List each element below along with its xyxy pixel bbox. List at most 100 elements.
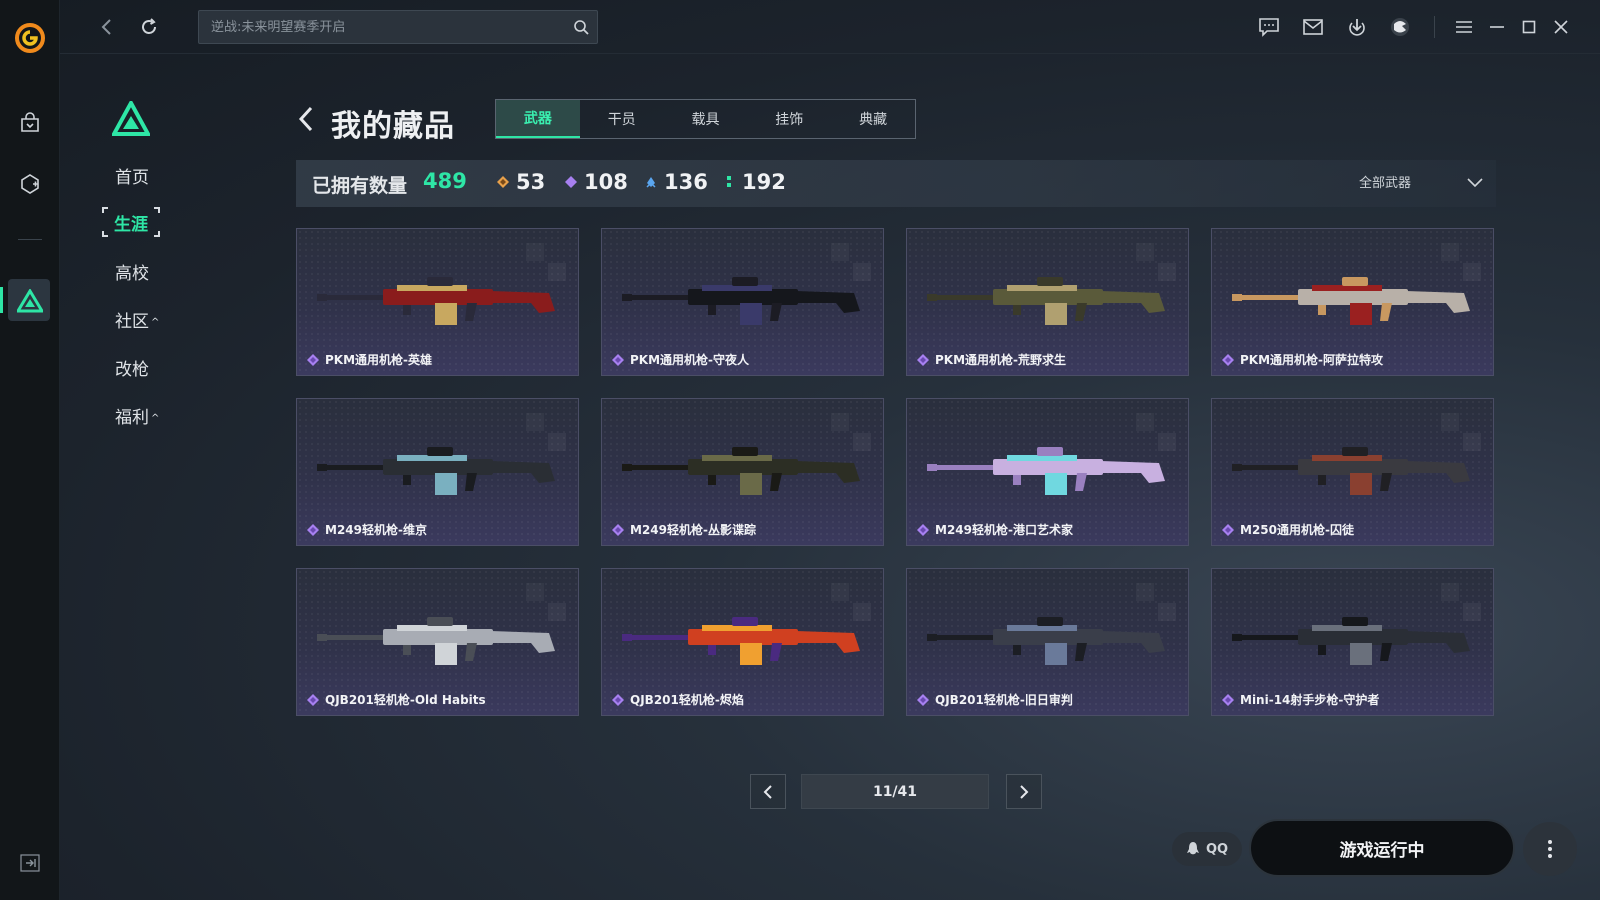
tab-weapons[interactable]: 武器 <box>496 100 580 138</box>
rarity-gem-icon <box>307 524 319 536</box>
rarity-orange-count: 53 <box>496 170 545 194</box>
sidebar-item-career[interactable]: 生涯 <box>102 207 160 237</box>
weapon-name: M249轻机枪-丛影谍踪 <box>630 523 756 537</box>
sidebar-item-label: 生涯 <box>114 214 148 235</box>
blue-gem-icon <box>646 177 656 188</box>
rail-divider <box>18 239 42 240</box>
game-logo-icon <box>112 101 150 136</box>
chevron-left-icon <box>763 784 772 799</box>
weapon-image-icon <box>927 277 1165 325</box>
tag-icon[interactable] <box>16 170 44 198</box>
collapse-rail-icon[interactable] <box>20 854 40 872</box>
weapon-name: M250通用机枪-囚徒 <box>1240 523 1354 537</box>
weapon-image-icon <box>1232 447 1470 495</box>
weapon-card[interactable]: M249轻机枪-港口艺术家 <box>906 398 1189 546</box>
weapon-name: PKM通用机枪-英雄 <box>325 353 433 367</box>
weapon-image-icon <box>622 447 860 495</box>
weapon-name: M249轻机枪-港口艺术家 <box>935 523 1073 537</box>
chat-icon[interactable] <box>1256 14 1282 40</box>
sidebar-item-community[interactable]: 社区 ^ <box>115 307 159 332</box>
rarity-gem-icon <box>1222 354 1234 366</box>
weapon-card[interactable]: M249轻机枪-丛影谍踪 <box>601 398 884 546</box>
topbar-divider <box>1434 16 1435 38</box>
weapon-card[interactable]: PKM通用机枪-阿萨拉特攻 <box>1211 228 1494 376</box>
weapon-card[interactable]: PKM通用机枪-守夜人 <box>601 228 884 376</box>
mail-icon[interactable] <box>1300 14 1326 40</box>
page-indicator: 11/41 <box>801 774 989 809</box>
weapon-image-icon <box>622 617 860 665</box>
weapon-card[interactable]: QJB201轻机枪-烬焰 <box>601 568 884 716</box>
minimize-icon[interactable] <box>1484 14 1510 40</box>
weapon-card[interactable]: M249轻机枪-维京 <box>296 398 579 546</box>
tab-operators[interactable]: 干员 <box>580 100 664 138</box>
weapon-image-icon <box>927 617 1165 665</box>
weapon-card[interactable]: QJB201轻机枪-旧日审判 <box>906 568 1189 716</box>
tab-vehicles[interactable]: 载具 <box>664 100 748 138</box>
focus-corner <box>102 231 108 237</box>
qq-label: QQ <box>1205 841 1229 857</box>
prev-page-button[interactable] <box>750 774 786 809</box>
expand-caret-icon: ^ <box>151 317 160 328</box>
weapon-name: Mini-14射手步枪-守护者 <box>1240 693 1380 707</box>
weapon-name: PKM通用机枪-荒野求生 <box>935 353 1067 367</box>
weapon-card[interactable]: PKM通用机枪-英雄 <box>296 228 579 376</box>
weapon-name: M249轻机枪-维京 <box>325 523 427 537</box>
back-arrow-icon[interactable] <box>296 104 316 134</box>
chevron-down-icon[interactable] <box>1466 175 1484 189</box>
qq-button[interactable]: QQ <box>1172 832 1242 866</box>
weapon-image-icon <box>927 447 1165 495</box>
weapon-filter-dropdown[interactable]: 全部武器 <box>1359 172 1411 191</box>
download-icon[interactable] <box>1344 14 1370 40</box>
focus-corner <box>102 207 108 213</box>
weapon-image-icon <box>317 277 555 325</box>
weapon-image-icon <box>317 617 555 665</box>
back-nav-button[interactable] <box>94 14 120 40</box>
sidebar-item-label: 社区 <box>115 312 149 332</box>
focus-corner <box>154 207 160 213</box>
page-title: 我的藏品 <box>331 109 455 144</box>
game-triangle-icon[interactable] <box>15 286 45 316</box>
search-box <box>198 10 598 44</box>
maximize-icon[interactable] <box>1516 14 1542 40</box>
sidebar-item-home[interactable]: 首页 <box>115 163 149 188</box>
purple-gem-icon <box>565 176 577 188</box>
weapon-card[interactable]: Mini-14射手步枪-守护者 <box>1211 568 1494 716</box>
search-input[interactable] <box>199 11 559 43</box>
weapon-name: PKM通用机枪-阿萨拉特攻 <box>1240 353 1384 367</box>
chevron-right-icon <box>1020 784 1029 799</box>
icon-rail <box>0 0 60 900</box>
orange-gem-icon <box>497 176 509 188</box>
rarity-gem-icon <box>307 694 319 706</box>
user-avatar-icon[interactable] <box>1387 14 1413 40</box>
focus-corner <box>154 231 160 237</box>
search-icon[interactable] <box>573 19 589 35</box>
qq-penguin-icon <box>1186 842 1199 855</box>
rarity-gem-icon <box>612 354 624 366</box>
app-logo-icon[interactable] <box>14 22 46 54</box>
weapon-name: QJB201轻机枪-旧日审判 <box>935 693 1073 707</box>
weapon-card[interactable]: PKM通用机枪-荒野求生 <box>906 228 1189 376</box>
weapon-card[interactable]: QJB201轻机枪-Old Habits <box>296 568 579 716</box>
weapon-name: QJB201轻机枪-Old Habits <box>325 693 486 707</box>
rarity-blue-count: 136 <box>644 170 708 194</box>
close-icon[interactable] <box>1548 14 1574 40</box>
store-bag-icon[interactable] <box>16 109 44 137</box>
more-vertical-icon <box>1548 840 1552 858</box>
refresh-button[interactable] <box>136 14 162 40</box>
owned-count-label: 已拥有数量 <box>312 175 408 197</box>
menu-icon[interactable] <box>1451 14 1477 40</box>
weapon-card[interactable]: M250通用机枪-囚徒 <box>1211 398 1494 546</box>
weapon-image-icon <box>1232 617 1470 665</box>
rail-active-indicator <box>0 287 3 313</box>
rarity-green-count: 192 <box>722 170 786 194</box>
tab-charms[interactable]: 挂饰 <box>747 100 831 138</box>
rarity-purple-count: 108 <box>564 170 628 194</box>
game-running-button[interactable]: 游戏运行中 <box>1249 819 1515 877</box>
sidebar-item-college[interactable]: 高校 <box>115 259 149 284</box>
more-options-button[interactable] <box>1523 822 1577 876</box>
tab-collection[interactable]: 典藏 <box>831 100 915 138</box>
sidebar-item-welfare[interactable]: 福利 ^ <box>115 403 159 428</box>
sidebar-item-gunsmith[interactable]: 改枪 <box>115 355 149 380</box>
next-page-button[interactable] <box>1006 774 1042 809</box>
rarity-gem-icon <box>917 524 929 536</box>
